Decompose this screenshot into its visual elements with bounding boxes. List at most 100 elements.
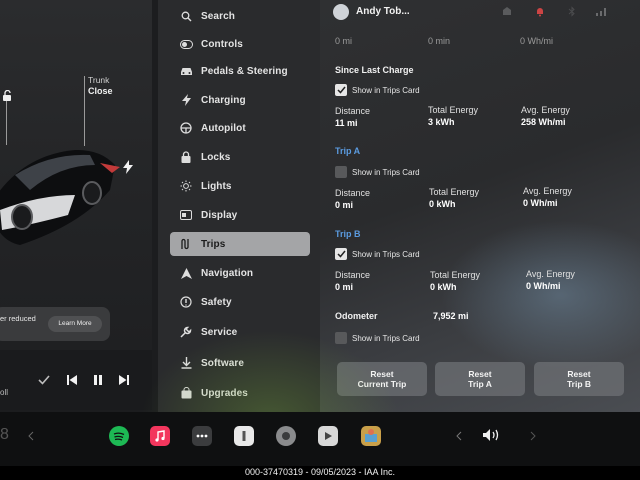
footer-text: 000-37470319 - 09/05/2023 - IAA Inc.	[244, 467, 396, 477]
temperature-readout[interactable]: 8	[0, 426, 9, 444]
bolt-icon	[179, 93, 193, 107]
music-app-icon[interactable]	[150, 426, 170, 446]
download-icon	[179, 356, 193, 370]
sidebar-item-navigation[interactable]: Navigation	[170, 261, 310, 285]
since-last-charge-energy-label: Total Energy	[428, 105, 479, 115]
media-artist: oll	[0, 388, 9, 397]
theater-icon[interactable]	[318, 426, 338, 446]
sidebar-item-trips[interactable]: Trips	[170, 232, 310, 256]
previous-track-icon[interactable]	[66, 374, 78, 386]
since-last-charge-energy: 3 kWh	[428, 117, 455, 127]
sidebar-item-locks[interactable]: Locks	[170, 145, 310, 169]
sidebar-item-upgrades[interactable]: Upgrades	[170, 381, 310, 405]
car-model-image	[0, 149, 120, 245]
summary-distance: 0 mi	[335, 36, 353, 46]
trip-b-avg: 0 Wh/mi	[526, 281, 561, 291]
bag-icon	[179, 386, 193, 400]
display-icon	[179, 208, 193, 222]
reset-trip-b-button[interactable]: Reset Trip B	[534, 362, 624, 396]
learn-more-button[interactable]: Learn More	[48, 316, 102, 332]
reset-trip-a-button[interactable]: Reset Trip A	[435, 362, 525, 396]
trip-a-energy: 0 kWh	[429, 199, 456, 209]
since-last-charge-distance-label: Distance	[335, 106, 371, 116]
trip-b-energy: 0 kWh	[430, 282, 457, 292]
wrench-icon	[179, 325, 193, 339]
sidebar-item-safety[interactable]: Safety	[170, 290, 310, 314]
odometer-label: Odometer	[335, 311, 378, 321]
avatar[interactable]	[333, 4, 349, 20]
search-icon	[179, 9, 193, 23]
odometer-show-label: Show in Trips Card	[352, 334, 420, 343]
trunk-control[interactable]: Trunk Close	[88, 75, 113, 97]
trip-a-avg-label: Avg. Energy	[523, 186, 572, 196]
summary-efficiency: 0 Wh/mi	[520, 36, 554, 46]
manual-icon[interactable]	[234, 426, 254, 446]
chevron-left-icon[interactable]	[456, 431, 462, 441]
sidebar-item-lights[interactable]: Lights	[170, 174, 310, 198]
trip-a-title: Trip A	[335, 146, 361, 156]
unlock-icon[interactable]	[2, 90, 14, 102]
checkmark-icon[interactable]	[38, 374, 50, 386]
bluetooth-icon[interactable]	[568, 6, 576, 17]
more-apps-icon[interactable]	[192, 426, 212, 446]
trip-b-show-label: Show in Trips Card	[352, 250, 420, 259]
checkmark-icon	[336, 250, 346, 258]
sidebar-item-service[interactable]: Service	[170, 320, 310, 344]
trip-b-distance: 0 mi	[335, 282, 354, 292]
safety-icon	[179, 295, 193, 309]
settings-sidebar: Search Controls Pedals & Steering Chargi…	[158, 0, 320, 412]
chevron-left-icon[interactable]	[28, 431, 34, 441]
odometer-value: 7,952 mi	[433, 311, 469, 321]
sidebar-item-software[interactable]: Software	[170, 351, 310, 375]
lte-signal-icon	[596, 8, 606, 16]
trunk-state: Close	[88, 86, 113, 96]
since-last-charge-show-label: Show in Trips Card	[352, 86, 420, 95]
trip-a-distance-label: Distance	[335, 188, 371, 198]
screen-glare	[440, 220, 640, 370]
trip-a-energy-label: Total Energy	[429, 187, 480, 197]
steering-wheel-icon	[179, 121, 193, 135]
navigation-icon	[179, 266, 193, 280]
odometer-checkbox[interactable]	[335, 332, 347, 344]
volume-icon[interactable]	[482, 428, 502, 442]
spotify-icon[interactable]	[109, 426, 129, 446]
sidebar-item-charging[interactable]: Charging	[170, 88, 310, 112]
car-icon	[179, 64, 193, 78]
trip-a-distance: 0 mi	[335, 200, 354, 210]
notice-text: er reduced	[0, 314, 36, 323]
reset-current-trip-button[interactable]: Reset Current Trip	[337, 362, 427, 396]
trip-a-avg: 0 Wh/mi	[523, 198, 558, 208]
sidebar-item-pedals-steering[interactable]: Pedals & Steering	[170, 59, 310, 83]
since-last-charge-avg-label: Avg. Energy	[521, 105, 570, 115]
toybox-icon[interactable]	[361, 426, 381, 446]
trip-b-checkbox[interactable]	[335, 248, 347, 260]
trip-b-distance-label: Distance	[335, 270, 371, 280]
trunk-title: Trunk	[88, 75, 110, 85]
trip-a-checkbox[interactable]	[335, 166, 347, 178]
toggle-icon	[179, 37, 193, 51]
camera-icon[interactable]	[276, 426, 296, 446]
sidebar-item-autopilot[interactable]: Autopilot	[170, 116, 310, 140]
since-last-charge-distance: 11 mi	[335, 118, 358, 128]
chevron-right-icon[interactable]	[530, 431, 536, 441]
summary-duration: 0 min	[428, 36, 451, 46]
alarm-bell-icon[interactable]	[535, 6, 545, 17]
charging-bolt-icon	[123, 160, 133, 174]
sidebar-item-search[interactable]: Search	[170, 4, 310, 28]
since-last-charge-avg: 258 Wh/mi	[521, 117, 566, 127]
pause-icon[interactable]	[92, 374, 104, 386]
trip-b-title: Trip B	[335, 229, 361, 239]
user-name[interactable]: Andy Tob...	[356, 6, 410, 17]
garage-icon[interactable]	[502, 6, 512, 16]
trip-b-avg-label: Avg. Energy	[526, 269, 575, 279]
since-last-charge-checkbox[interactable]	[335, 84, 347, 96]
sidebar-item-controls[interactable]: Controls	[170, 32, 310, 56]
sun-icon	[179, 179, 193, 193]
trip-a-show-label: Show in Trips Card	[352, 168, 420, 177]
sidebar-item-display[interactable]: Display	[170, 203, 310, 227]
next-track-icon[interactable]	[118, 374, 130, 386]
since-last-charge-title: Since Last Charge	[335, 65, 414, 75]
trips-icon	[179, 237, 193, 251]
checkmark-icon	[336, 86, 346, 94]
lock-icon	[179, 150, 193, 164]
